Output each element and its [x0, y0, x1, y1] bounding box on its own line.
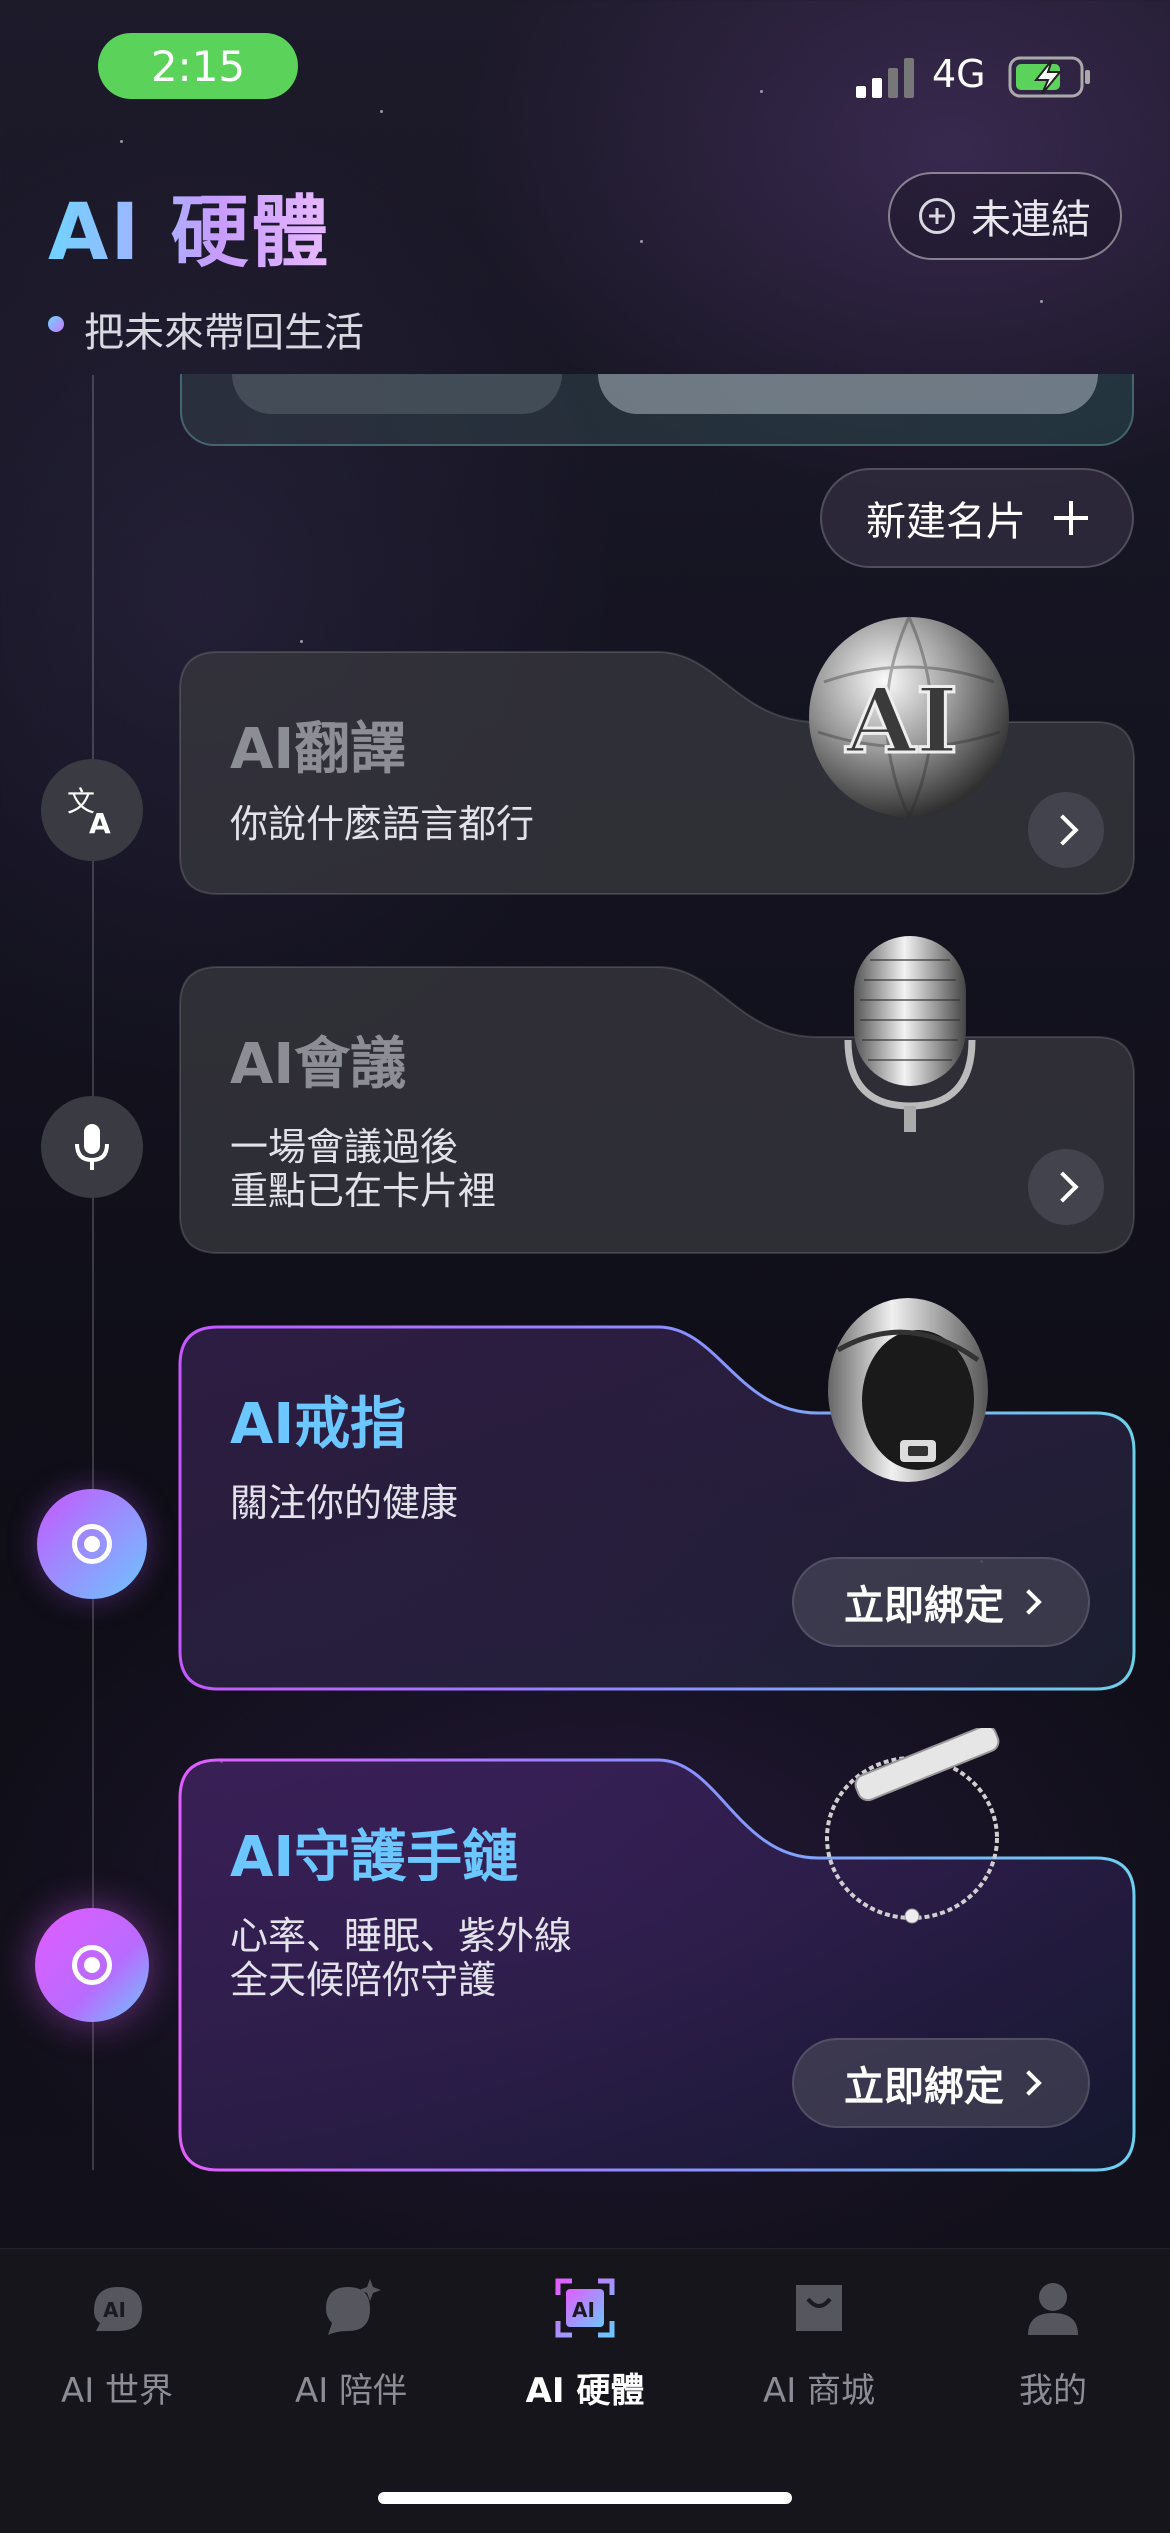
profile-icon	[1028, 2283, 1078, 2335]
card-desc-line: 你說什麼語言都行	[230, 802, 535, 846]
microphone-icon	[75, 1124, 109, 1170]
nav-tab-ai-hardware[interactable]: AI AI 硬體	[468, 2277, 702, 2412]
bracelet-image	[825, 1728, 1000, 1924]
nav-label: 我的	[1019, 2371, 1087, 2411]
nav-tab-ai-shop[interactable]: AI 商城	[702, 2277, 936, 2412]
partial-card-button[interactable]	[232, 374, 562, 414]
card-desc-line: 關注你的健康	[230, 1481, 459, 1525]
battery-charging-icon	[1008, 56, 1090, 98]
new-card-label: 新建名片	[866, 499, 1026, 545]
nav-label: AI 硬體	[525, 2371, 645, 2411]
bottom-navigation: AI AI 世界 AI 陪伴 AI AI 硬體 AI 商城 我的	[0, 2248, 1170, 2533]
radio-icon	[72, 1945, 112, 1985]
card-desc-line: 重點已在卡片裡	[230, 1169, 497, 1213]
card-desc-line: 一場會議過後	[230, 1125, 459, 1169]
bind-button-label: 立即綁定	[844, 2064, 1004, 2110]
open-translate-button[interactable]	[1028, 792, 1104, 868]
business-card-partial[interactable]	[180, 374, 1134, 446]
plus-icon	[1054, 501, 1088, 535]
smart-ring-image	[828, 1298, 988, 1482]
nav-label: AI 商城	[762, 2371, 876, 2411]
bracelet-node	[35, 1908, 149, 2022]
network-type: 4G	[932, 52, 986, 96]
card-desc-line: 心率、睡眠、紫外線	[230, 1914, 573, 1958]
page-subtitle: 把未來帶回生活	[84, 310, 364, 356]
add-circle-icon	[919, 198, 955, 234]
nav-label: AI 陪伴	[294, 2371, 408, 2411]
star-decoration	[1040, 300, 1043, 303]
ai-globe-image: AI	[809, 616, 1009, 818]
new-business-card-button[interactable]: 新建名片	[820, 468, 1134, 568]
bind-bracelet-button[interactable]: 立即綁定	[792, 2038, 1090, 2128]
star-decoration	[120, 140, 123, 143]
timeline-line	[92, 375, 94, 2170]
card-title: AI會議	[230, 1032, 407, 1097]
meeting-node	[41, 1096, 143, 1198]
svg-text:AI: AI	[845, 668, 958, 774]
chevron-right-icon	[1047, 814, 1079, 846]
bind-ring-button[interactable]: 立即綁定	[792, 1557, 1090, 1647]
card-ai-meeting[interactable]: AI會議 一場會議過後 重點已在卡片裡	[178, 965, 1136, 1255]
chevron-right-icon	[1047, 1171, 1079, 1203]
card-desc-line: 全天候陪你守護	[230, 1958, 497, 2002]
card-title: AI戒指	[230, 1392, 407, 1457]
nav-label: AI 世界	[60, 2371, 174, 2411]
star-decoration	[380, 110, 383, 113]
microphone-image	[844, 936, 976, 1132]
connect-button-label: 未連結	[971, 197, 1091, 243]
svg-text:AI: AI	[103, 2298, 126, 2322]
star-decoration	[640, 240, 643, 243]
partial-card-button[interactable]	[598, 374, 1098, 414]
nav-tab-ai-world[interactable]: AI AI 世界	[0, 2277, 234, 2412]
signal-icon	[856, 58, 914, 98]
svg-text:A: A	[89, 807, 111, 837]
ai-companion-icon	[326, 2279, 381, 2335]
home-indicator[interactable]	[378, 2492, 792, 2504]
status-time: 2:15	[98, 33, 298, 99]
ai-hardware-icon: AI	[555, 2278, 615, 2338]
connect-button[interactable]: 未連結	[888, 172, 1122, 260]
ring-node	[37, 1489, 147, 1599]
nav-tab-profile[interactable]: 我的	[936, 2277, 1170, 2412]
nav-tab-ai-companion[interactable]: AI 陪伴	[234, 2277, 468, 2412]
svg-text:AI: AI	[572, 2298, 595, 2322]
subtitle-dot	[48, 316, 64, 332]
card-title: AI翻譯	[230, 717, 407, 782]
star-decoration	[300, 640, 303, 643]
bind-button-label: 立即綁定	[844, 1583, 1004, 1629]
card-title: AI守護手鏈	[230, 1825, 519, 1890]
page-title: AI 硬體	[48, 170, 331, 282]
translate-node: 文 A	[41, 759, 143, 861]
ai-shop-icon	[796, 2285, 842, 2331]
star-decoration	[760, 90, 763, 93]
chevron-right-icon	[1016, 1589, 1042, 1615]
open-meeting-button[interactable]	[1028, 1149, 1104, 1225]
ai-world-icon: AI	[94, 2287, 142, 2331]
translate-icon: 文 A	[67, 785, 111, 837]
chevron-right-icon	[1016, 2070, 1042, 2096]
radio-icon	[72, 1524, 112, 1564]
